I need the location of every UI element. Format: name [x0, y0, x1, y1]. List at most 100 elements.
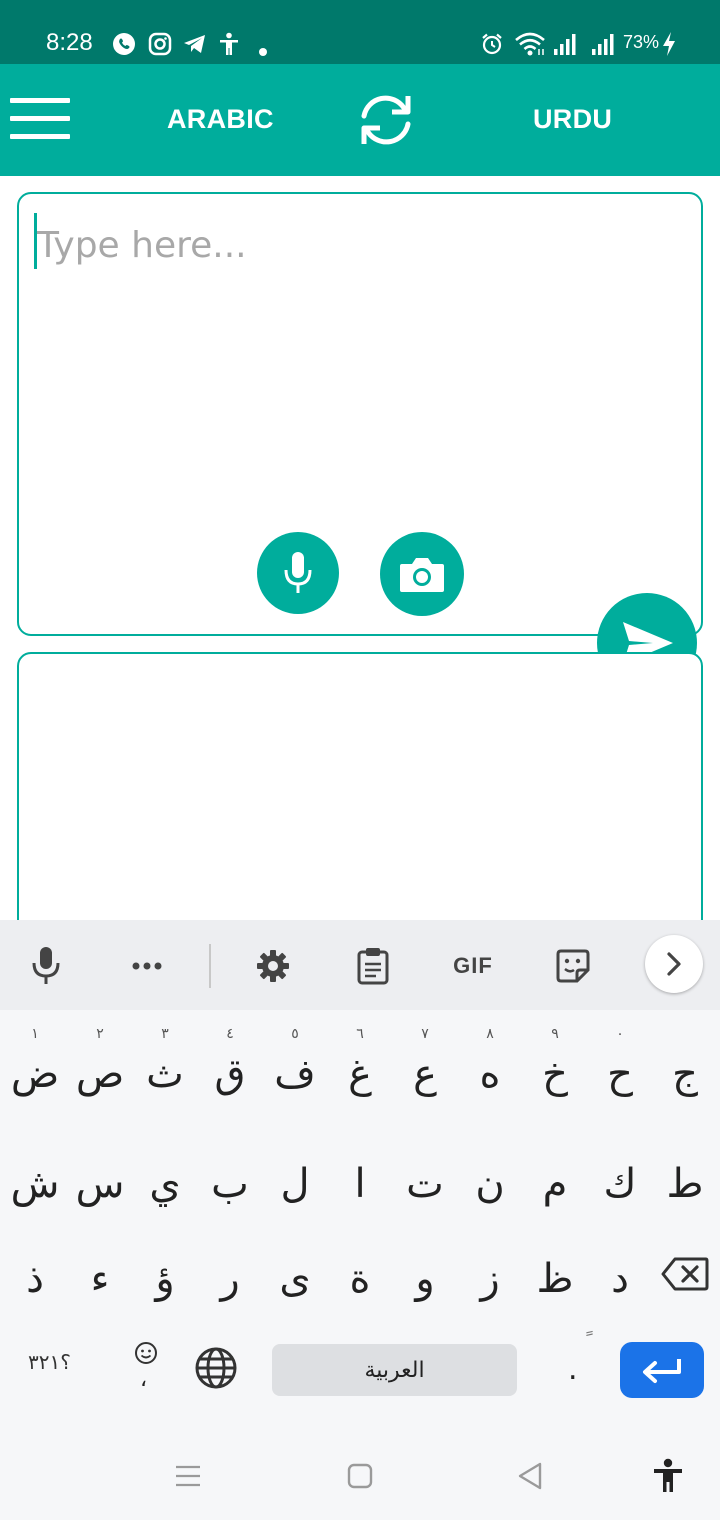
key[interactable]: و [393, 1225, 457, 1315]
signal-icon [554, 34, 576, 55]
key[interactable]: د [588, 1225, 652, 1315]
key[interactable]: ؤ [133, 1225, 197, 1315]
microphone-icon [32, 947, 60, 984]
key[interactable]: م [523, 1130, 587, 1220]
keyboard-clipboard-button[interactable] [351, 944, 395, 988]
microphone-icon [284, 552, 312, 593]
key[interactable]: ذ [3, 1225, 67, 1315]
key-label: ا [354, 1161, 366, 1207]
key[interactable]: س [68, 1130, 132, 1220]
key[interactable]: ٢ص [68, 1020, 132, 1110]
backspace-key[interactable] [653, 1225, 717, 1315]
key[interactable]: ٦غ [328, 1020, 392, 1110]
key[interactable]: ج [653, 1020, 717, 1110]
key-label: خ [542, 1051, 568, 1097]
key-label: ط [666, 1161, 704, 1207]
key-label: ث [146, 1051, 184, 1097]
period-key[interactable]: ً . [548, 1330, 604, 1400]
key[interactable]: ط [653, 1130, 717, 1220]
emoji-icon [135, 1342, 157, 1364]
settings-icon [257, 950, 289, 982]
key[interactable]: ت [393, 1130, 457, 1220]
home-icon[interactable] [346, 1462, 374, 1490]
accessibility-icon[interactable] [652, 1458, 684, 1494]
keyboard-expand-button[interactable] [645, 935, 703, 993]
key[interactable]: ء [68, 1225, 132, 1315]
key-label: ك [603, 1161, 637, 1207]
key[interactable]: ل [263, 1130, 327, 1220]
input-panel [17, 192, 703, 636]
gif-label: GIF [453, 953, 493, 978]
key-label: ض [10, 1051, 60, 1097]
comma-label: ، [140, 1367, 148, 1392]
key[interactable]: ك [588, 1130, 652, 1220]
key[interactable]: ة [328, 1225, 392, 1315]
key[interactable]: ى [263, 1225, 327, 1315]
keyboard-sticker-button[interactable] [551, 944, 595, 988]
key-hint: ٨ [486, 1026, 494, 1042]
key-label: ي [149, 1161, 181, 1207]
accessibility-icon [220, 32, 238, 55]
key[interactable]: ٠ح [588, 1020, 652, 1110]
key-label: ه [479, 1051, 501, 1097]
key-label: و [415, 1256, 435, 1302]
keyboard-voice-button[interactable] [24, 944, 68, 988]
translation-output-panel[interactable] [17, 652, 703, 952]
key[interactable]: ر [198, 1225, 262, 1315]
key-label: ت [406, 1161, 444, 1207]
numbers-key[interactable]: ؟٣٢١ [28, 1350, 71, 1374]
key-label: ح [607, 1051, 633, 1097]
globe-icon [195, 1347, 237, 1389]
alarm-icon [482, 33, 502, 55]
key-hint: ٢ [96, 1026, 104, 1042]
key[interactable]: ي [133, 1130, 197, 1220]
key-label: س [75, 1161, 125, 1207]
key[interactable]: ٣ث [133, 1020, 197, 1110]
recent-apps-icon[interactable] [174, 1464, 202, 1488]
key[interactable]: ٤ق [198, 1020, 262, 1110]
camera-button[interactable] [380, 532, 464, 616]
status-time: 8:28 [46, 29, 93, 56]
key-label: ق [214, 1051, 246, 1097]
space-key[interactable]: العربية [272, 1344, 517, 1396]
emoji-comma-key[interactable]: ، [120, 1335, 172, 1405]
telegram-icon [184, 35, 205, 53]
key-label: ء [90, 1256, 110, 1302]
instagram-icon [148, 32, 172, 56]
key[interactable]: ش [3, 1130, 67, 1220]
key[interactable]: ٧ع [393, 1020, 457, 1110]
sticker-icon [556, 949, 590, 983]
key-label: ص [75, 1051, 125, 1097]
key-label: ش [10, 1161, 60, 1207]
key-hint: ١ [31, 1026, 39, 1042]
key[interactable]: ا [328, 1130, 392, 1220]
clipboard-icon [357, 948, 389, 985]
key-label: ز [480, 1256, 500, 1302]
swap-languages-icon[interactable] [352, 90, 420, 150]
key-label: ؤ [155, 1256, 175, 1302]
keyboard-gif-button[interactable]: GIF [446, 944, 500, 988]
key-label: ب [211, 1161, 249, 1207]
key[interactable]: ٨ه [458, 1020, 522, 1110]
source-text-input[interactable] [33, 220, 681, 270]
keyboard-more-button[interactable] [125, 944, 169, 988]
target-language[interactable]: URDU [533, 104, 612, 135]
key-label: ج [672, 1051, 698, 1097]
key[interactable]: ظ [523, 1225, 587, 1315]
battery-charging-icon [663, 32, 675, 56]
key[interactable]: ز [458, 1225, 522, 1315]
hamburger-menu-icon[interactable] [10, 98, 72, 142]
voice-input-button[interactable] [257, 532, 339, 614]
key[interactable]: ٩خ [523, 1020, 587, 1110]
key[interactable]: ٥ف [263, 1020, 327, 1110]
key[interactable]: ١ض [3, 1020, 67, 1110]
enter-key[interactable] [620, 1342, 704, 1398]
keyboard-settings-button[interactable] [251, 944, 295, 988]
key-hint: ٩ [551, 1026, 559, 1042]
key[interactable]: ن [458, 1130, 522, 1220]
key-hint: ٤ [226, 1026, 234, 1042]
key[interactable]: ب [198, 1130, 262, 1220]
source-language[interactable]: ARABIC [167, 104, 274, 135]
back-icon[interactable] [516, 1461, 544, 1491]
language-switch-key[interactable] [192, 1344, 240, 1392]
